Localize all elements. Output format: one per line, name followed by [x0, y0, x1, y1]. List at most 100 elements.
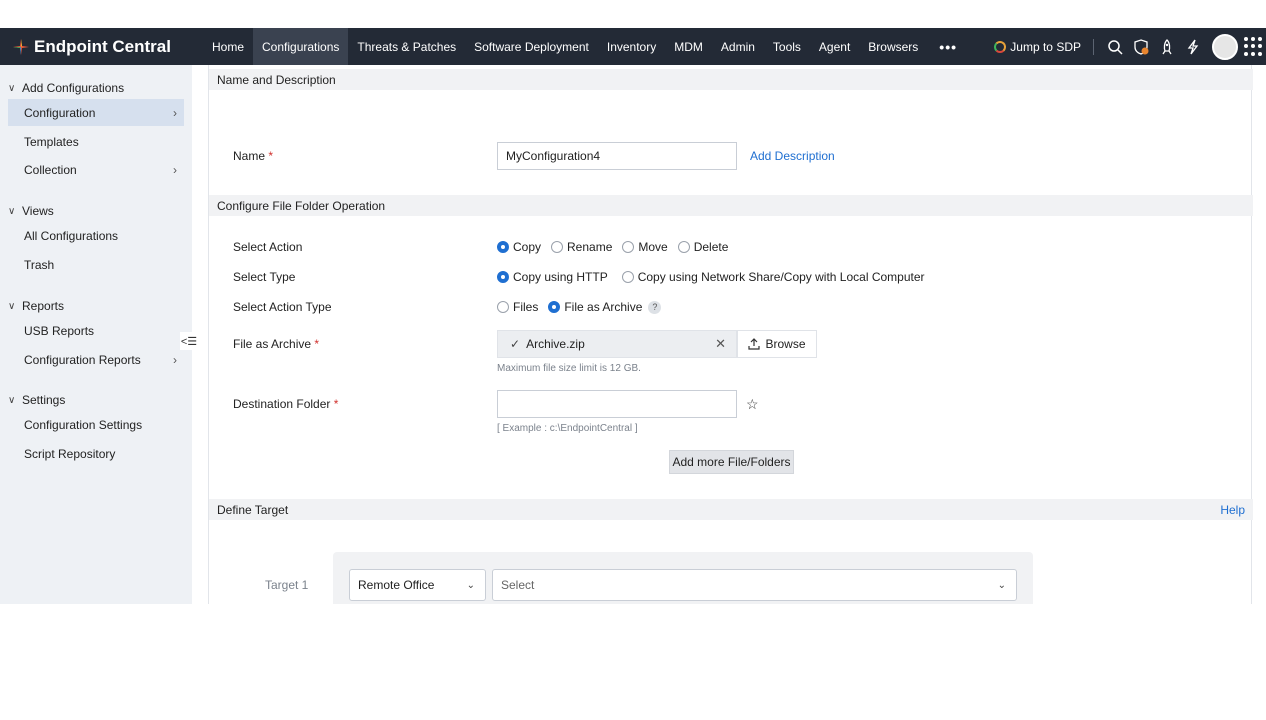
- brand-name: Endpoint Central: [34, 36, 171, 56]
- favorite-star-icon[interactable]: ☆: [746, 396, 759, 413]
- sidebar-group-label: Settings: [22, 393, 66, 407]
- help-question-icon[interactable]: ?: [648, 300, 662, 314]
- add-more-files-button[interactable]: Add more File/Folders: [669, 450, 794, 474]
- nav-inventory[interactable]: Inventory: [598, 28, 665, 65]
- sidebar-item-templates[interactable]: Templates: [8, 128, 184, 155]
- sidebar-item-configuration[interactable]: Configuration ›: [8, 99, 184, 126]
- checkmark-icon: ✓: [510, 337, 521, 351]
- file-size-hint: Maximum file size limit is 12 GB.: [497, 363, 641, 374]
- radio-dot: [677, 241, 690, 253]
- target-type-value: Remote Office: [358, 578, 435, 592]
- sidebar-group-reports[interactable]: ∨ Reports: [0, 294, 192, 318]
- remove-file-icon[interactable]: ✕: [715, 336, 726, 352]
- required-asterisk: *: [333, 397, 339, 411]
- nav-more-icon[interactable]: •••: [927, 28, 969, 65]
- jump-to-sdp-label: Jump to SDP: [1010, 39, 1081, 54]
- radio-copy-network-share[interactable]: Copy using Network Share/Copy with Local…: [621, 270, 925, 284]
- radio-dot: [497, 301, 509, 313]
- sidebar-group-settings[interactable]: ∨ Settings: [0, 388, 192, 412]
- radio-label: Copy using Network Share/Copy with Local…: [637, 270, 925, 284]
- destination-folder-input[interactable]: [497, 390, 737, 418]
- sidebar-item-label: All Configurations: [24, 228, 119, 243]
- nav-software-deployment[interactable]: Software Deployment: [465, 28, 598, 65]
- jump-to-sdp-link[interactable]: Jump to SDP: [994, 40, 1081, 54]
- nav-mdm[interactable]: MDM: [665, 28, 712, 65]
- select-action-radio-group: Copy Rename Move Delete: [497, 240, 738, 254]
- main-nav: Home Configurations Threats & Patches So…: [203, 28, 969, 65]
- radio-files[interactable]: Files: [497, 300, 538, 314]
- search-icon[interactable]: [1102, 28, 1128, 65]
- collapse-sidebar-icon[interactable]: <☰: [180, 332, 198, 350]
- radio-label: Copy using HTTP: [513, 270, 608, 284]
- chevron-right-icon: ›: [173, 352, 177, 367]
- sidebar-group-label: Add Configurations: [22, 81, 125, 95]
- brand[interactable]: Endpoint Central: [12, 28, 171, 65]
- nav-admin[interactable]: Admin: [712, 28, 764, 65]
- radio-dot: [497, 241, 509, 253]
- radio-delete[interactable]: Delete: [677, 240, 728, 254]
- shield-alert-icon[interactable]: [1128, 28, 1154, 65]
- app-window: Endpoint Central Home Configurations Thr…: [0, 28, 1266, 604]
- sidebar-item-label: Configuration: [24, 105, 96, 120]
- sidebar-item-label: Collection: [24, 162, 77, 177]
- radio-rename[interactable]: Rename: [551, 240, 612, 254]
- radio-dot: [622, 241, 635, 253]
- sidebar-item-all-configurations[interactable]: All Configurations: [8, 222, 184, 249]
- browse-label: Browse: [765, 337, 806, 351]
- chevron-down-icon: ∨: [8, 300, 16, 312]
- select-action-type-radio-group: Files File as Archive ?: [497, 300, 662, 314]
- nav-tools[interactable]: Tools: [764, 28, 810, 65]
- sidebar-group-views[interactable]: ∨ Views: [0, 199, 192, 223]
- chevron-down-icon: ∨: [8, 394, 16, 406]
- apps-grid-icon[interactable]: [1244, 36, 1264, 57]
- radio-label: Rename: [567, 240, 613, 254]
- uploaded-file-chip: ✓ Archive.zip ✕: [497, 330, 737, 358]
- name-input[interactable]: MyConfiguration4: [497, 142, 737, 170]
- sidebar-item-configuration-reports[interactable]: Configuration Reports ›: [8, 346, 184, 373]
- sidebar-item-configuration-settings[interactable]: Configuration Settings: [8, 411, 184, 438]
- sidebar-group-add-configurations[interactable]: ∨ Add Configurations: [0, 76, 192, 100]
- add-description-link[interactable]: Add Description: [750, 149, 835, 163]
- target-select-dropdown[interactable]: Select ⌄: [492, 569, 1017, 601]
- sidebar-item-script-repository[interactable]: Script Repository: [8, 440, 184, 467]
- sidebar-item-label: Configuration Reports: [24, 352, 141, 367]
- destination-folder-label: Destination Folder *: [233, 397, 338, 411]
- nav-browsers[interactable]: Browsers: [859, 28, 927, 65]
- nav-agent[interactable]: Agent: [810, 28, 859, 65]
- radio-copy[interactable]: Copy: [497, 240, 541, 254]
- browse-button[interactable]: Browse: [737, 330, 817, 358]
- required-asterisk: *: [314, 337, 320, 351]
- radio-move[interactable]: Move: [622, 240, 668, 254]
- radio-copy-using-http[interactable]: Copy using HTTP: [497, 270, 608, 284]
- help-link[interactable]: Help: [1220, 503, 1245, 517]
- radio-label: Files: [513, 300, 539, 314]
- radio-file-as-archive[interactable]: File as Archive: [548, 300, 642, 314]
- target-type-select[interactable]: Remote Office ⌄: [349, 569, 486, 601]
- sidebar: ∨ Add Configurations Configuration › Tem…: [0, 65, 192, 604]
- lightning-icon[interactable]: [1180, 28, 1206, 65]
- nav-threats-patches[interactable]: Threats & Patches: [348, 28, 465, 65]
- sidebar-item-label: Templates: [24, 134, 79, 149]
- sidebar-item-collection[interactable]: Collection ›: [8, 156, 184, 183]
- sidebar-item-usb-reports[interactable]: USB Reports: [8, 317, 184, 344]
- name-label: Name *: [233, 149, 273, 163]
- sidebar-item-label: USB Reports: [24, 323, 95, 338]
- rocket-icon[interactable]: [1154, 28, 1180, 65]
- sidebar-item-label: Configuration Settings: [24, 417, 143, 432]
- radio-label: File as Archive: [564, 300, 643, 314]
- chevron-down-icon: ∨: [8, 205, 16, 217]
- user-avatar[interactable]: [1212, 33, 1238, 60]
- select-type-radio-group: Copy using HTTP Copy using Network Share…: [497, 270, 935, 284]
- file-as-archive-label: File as Archive *: [233, 337, 319, 351]
- nav-home[interactable]: Home: [203, 28, 253, 65]
- main-content: Name and Description Name * MyConfigurat…: [208, 65, 1253, 604]
- radio-dot: [551, 241, 564, 253]
- sidebar-item-trash[interactable]: Trash: [8, 251, 184, 278]
- select-type-label: Select Type: [233, 270, 296, 284]
- toolbar-divider: [1093, 38, 1094, 55]
- nav-configurations[interactable]: Configurations: [253, 28, 349, 65]
- radio-label: Move: [638, 240, 668, 254]
- uploaded-file-name: Archive.zip: [526, 337, 585, 351]
- file-as-archive-label-text: File as Archive: [233, 337, 312, 351]
- chevron-down-icon: ∨: [8, 82, 16, 94]
